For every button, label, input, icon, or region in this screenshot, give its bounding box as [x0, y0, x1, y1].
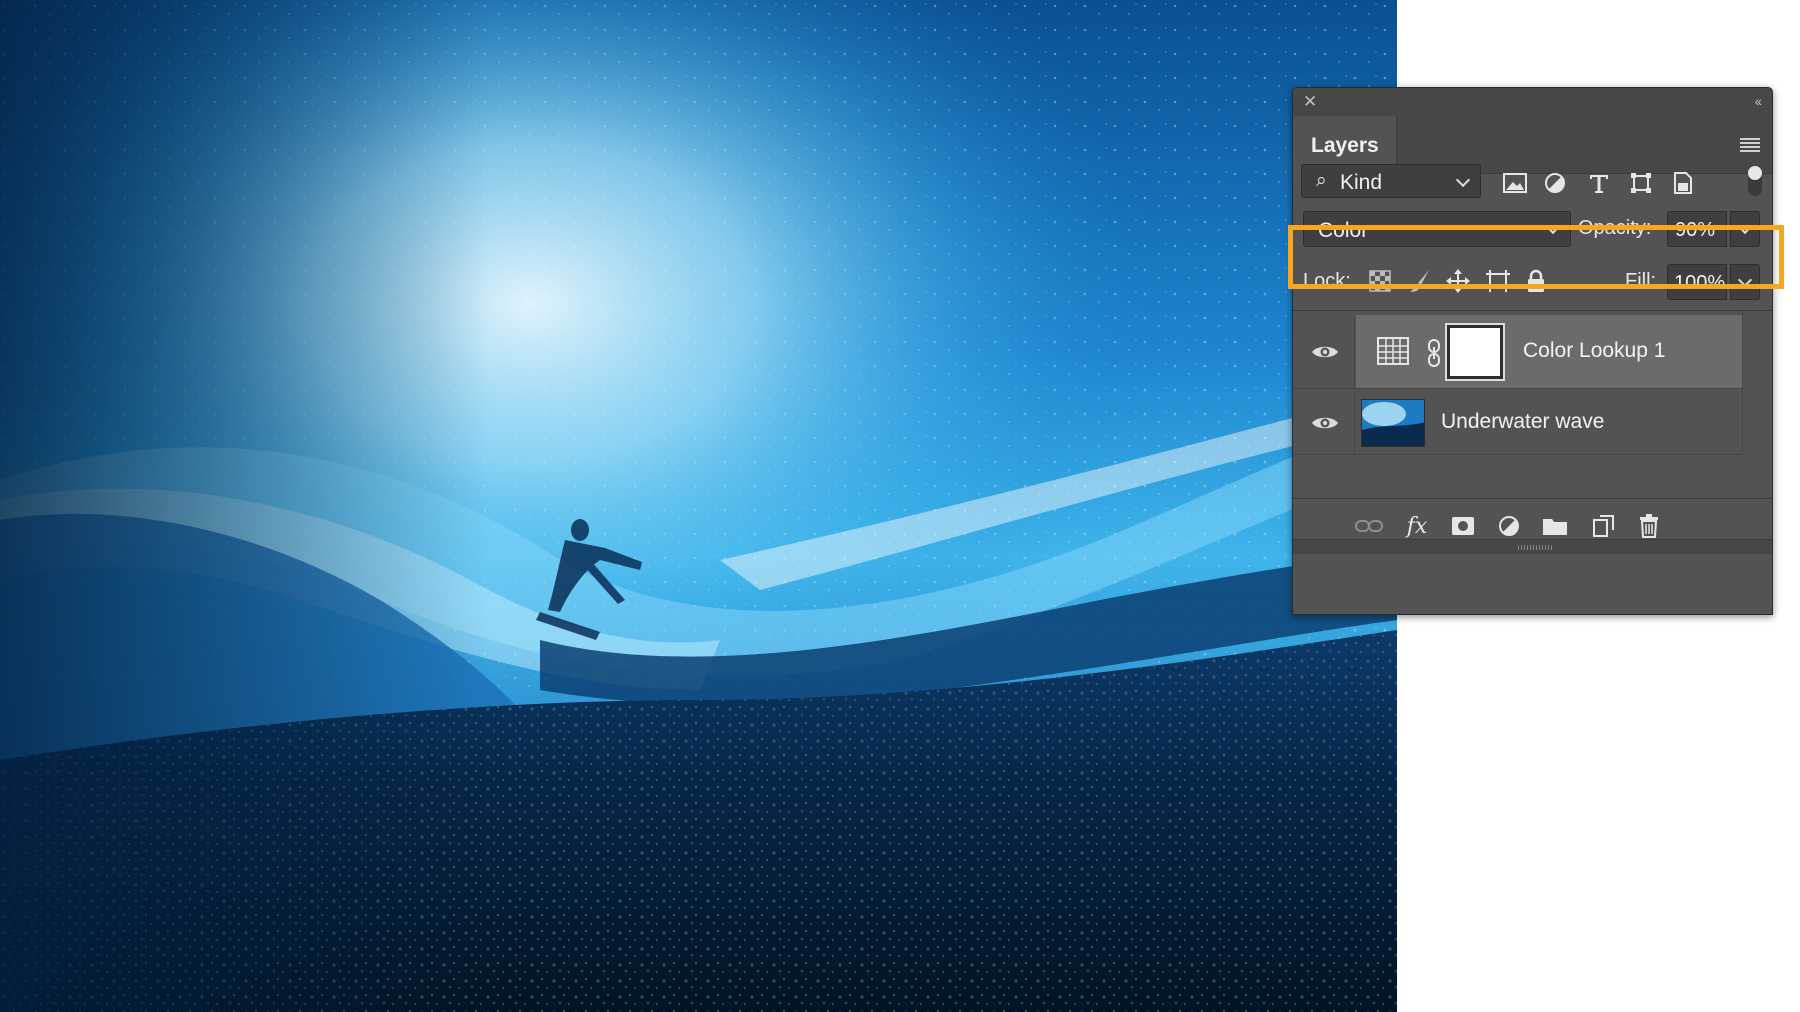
lock-artboard-icon[interactable] — [1483, 266, 1513, 296]
panel-footer: fx — [1293, 498, 1772, 554]
delete-layer-icon[interactable] — [1633, 511, 1665, 541]
visibility-cell[interactable] — [1293, 391, 1355, 454]
filter-kind-label: Kind — [1340, 171, 1383, 194]
lock-all-icon[interactable] — [1521, 266, 1551, 296]
canvas-photo — [0, 0, 1397, 1012]
lock-position-icon[interactable] — [1443, 266, 1473, 296]
blend-mode-value: Color — [1318, 219, 1369, 242]
fill-value: 100% — [1674, 272, 1726, 294]
chevron-down-icon — [1455, 172, 1471, 188]
eye-icon[interactable] — [1311, 415, 1339, 431]
close-icon[interactable]: ✕ — [1303, 93, 1317, 110]
layer-row-color-lookup[interactable]: Color Lookup 1 — [1293, 315, 1772, 389]
filter-toggle[interactable] — [1748, 166, 1762, 196]
lock-transparent-pixels-icon[interactable] — [1365, 266, 1395, 296]
new-group-icon[interactable] — [1539, 511, 1571, 541]
visibility-cell[interactable] — [1293, 315, 1355, 388]
new-adjustment-icon[interactable] — [1493, 511, 1525, 541]
opacity-dropdown-button[interactable] — [1730, 211, 1760, 247]
layer-name[interactable]: Underwater wave — [1441, 410, 1604, 434]
layer-name[interactable]: Color Lookup 1 — [1523, 339, 1665, 363]
fill-dropdown-button[interactable] — [1730, 264, 1760, 300]
collapse-panel-icon[interactable]: ‹‹ — [1755, 93, 1762, 109]
panel-menu-icon[interactable] — [1740, 138, 1760, 152]
resize-grip[interactable] — [1293, 539, 1772, 554]
panel-titlebar[interactable]: ✕ ‹‹ — [1293, 88, 1772, 116]
layers-scrollbar[interactable] — [1742, 311, 1772, 455]
tab-layers-label: Layers — [1311, 134, 1379, 157]
fx-icon[interactable]: fx — [1401, 511, 1433, 541]
layer-row-underwater-wave[interactable]: Underwater wave — [1293, 391, 1772, 455]
lock-label: Lock: — [1303, 270, 1351, 292]
adjustment-filter-icon[interactable] — [1541, 170, 1569, 196]
search-icon: ⌕ — [1316, 170, 1327, 191]
fill-label: Fill: — [1625, 270, 1657, 292]
type-filter-icon[interactable] — [1585, 170, 1613, 196]
lock-image-pixels-icon[interactable] — [1405, 266, 1435, 296]
link-layers-icon[interactable] — [1353, 511, 1385, 541]
shape-filter-icon[interactable] — [1627, 170, 1655, 196]
layer-mask-thumbnail[interactable] — [1445, 323, 1505, 381]
filter-kind-select[interactable]: ⌕ Kind — [1301, 164, 1481, 198]
layer-thumbnail[interactable] — [1361, 399, 1425, 447]
color-lookup-adjustment-icon — [1377, 337, 1409, 370]
add-mask-icon[interactable] — [1447, 511, 1479, 541]
chevron-down-icon — [1737, 219, 1753, 235]
chevron-down-icon — [1545, 219, 1561, 235]
image-filter-icon[interactable] — [1501, 170, 1529, 196]
stage: ✕ ‹‹ Layers ⌕ Kind Color Opacity: 90% Lo… — [0, 0, 1800, 1012]
smart-object-filter-icon[interactable] — [1669, 170, 1697, 196]
blend-mode-select[interactable]: Color — [1303, 211, 1571, 247]
mask-link-icon[interactable] — [1427, 339, 1441, 372]
opacity-label: Opacity: — [1578, 217, 1652, 239]
fill-field[interactable]: 100% — [1667, 264, 1727, 300]
layers-list: Color Lookup 1 Underwater wave — [1293, 310, 1772, 510]
layers-panel: ✕ ‹‹ Layers ⌕ Kind Color Opacity: 90% Lo… — [1292, 87, 1773, 615]
underwater-wave-image — [0, 0, 1397, 1012]
opacity-field[interactable]: 90% — [1667, 211, 1727, 247]
new-layer-icon[interactable] — [1587, 511, 1619, 541]
opacity-value: 90% — [1675, 219, 1716, 241]
eye-icon[interactable] — [1311, 344, 1339, 360]
chevron-down-icon — [1737, 272, 1753, 288]
